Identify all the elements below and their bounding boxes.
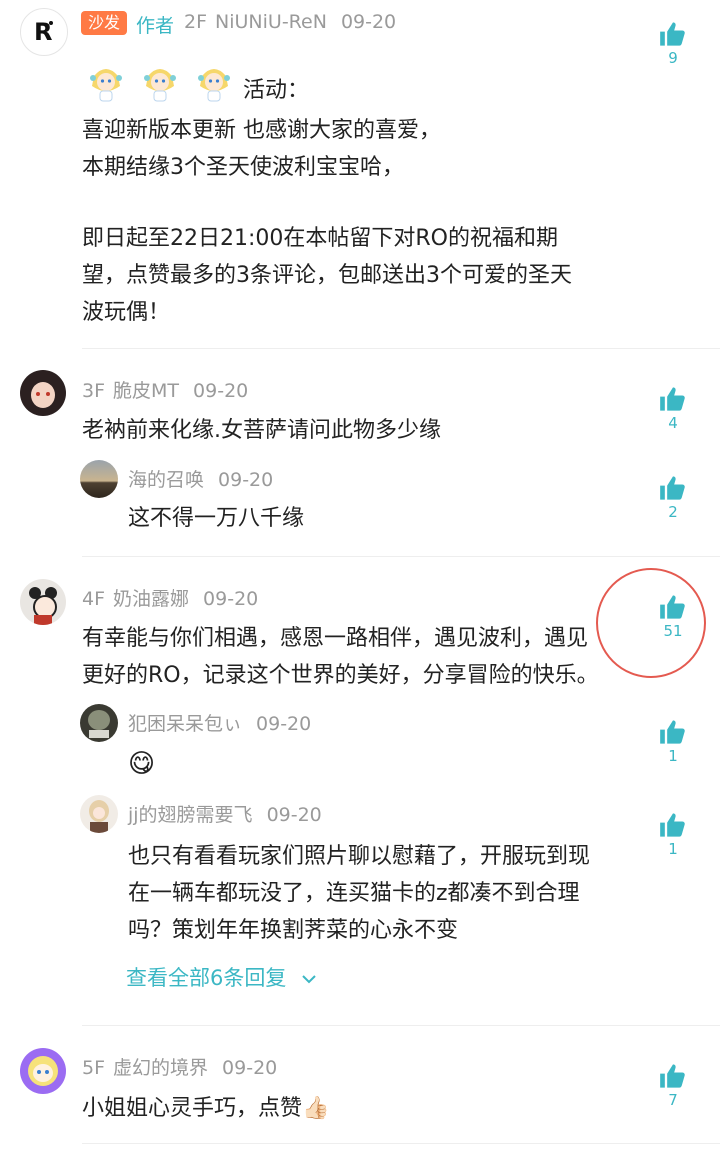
comment-text-line: 更好的RO，记录这个世界的美好，分享冒险的快乐。	[82, 663, 599, 688]
divider	[82, 348, 720, 349]
thumbs-up-icon	[660, 720, 685, 744]
chevron-down-icon	[302, 975, 316, 984]
like-button[interactable]: 7	[653, 1062, 693, 1109]
divider	[82, 1143, 720, 1144]
like-button[interactable]: 9	[653, 20, 693, 67]
user-name[interactable]: NiUNiU-ReN	[215, 11, 327, 33]
comment-text-line: 望，点赞最多的3条评论，包邮送出3个可爱的圣天	[82, 263, 572, 288]
like-button[interactable]: 1	[653, 718, 693, 765]
comment-text-line: 波玩偶！	[82, 300, 171, 325]
floor-label: 4F	[82, 588, 106, 610]
like-count: 1	[668, 840, 678, 858]
like-count: 1	[668, 747, 678, 765]
comment-text: 老衲前来化缘.女菩萨请问此物多少缘	[82, 418, 441, 443]
sticker-icon	[192, 60, 236, 104]
avatar[interactable]	[80, 460, 118, 498]
user-name[interactable]: 海的召唤	[128, 469, 204, 491]
like-button[interactable]: 2	[653, 474, 693, 521]
divider	[82, 556, 720, 557]
floor-label: 2F	[184, 11, 208, 33]
thumbs-up-icon	[660, 387, 685, 411]
user-name[interactable]: jj的翅膀需要飞	[128, 804, 253, 826]
reply-meta: 海的召唤 09-20	[128, 465, 273, 492]
comment-meta: 4F 奶油露娜 09-20	[82, 584, 258, 611]
reply-text-line: 在一辆车都玩没了，连买猫卡的z都凑不到合理	[128, 881, 580, 906]
comment-meta: 5F 虚幻的境界 09-20	[82, 1053, 277, 1080]
thumbs-up-icon	[660, 813, 685, 837]
like-count: 2	[668, 503, 678, 521]
avatar[interactable]: R	[20, 8, 68, 56]
reply-text-line: 吗？策划年年换割荠菜的心永不变	[128, 918, 459, 943]
comment-text-line: 喜迎新版本更新 也感谢大家的喜爱，	[82, 118, 441, 143]
like-count: 9	[668, 49, 678, 67]
reply-date: 09-20	[256, 713, 312, 735]
view-all-replies-label: 查看全部6条回复	[126, 966, 287, 990]
comment-meta: 3F 脆皮MT 09-20	[82, 376, 248, 403]
floor-label: 3F	[82, 380, 106, 402]
avatar[interactable]	[80, 795, 118, 833]
highlight-circle	[596, 568, 706, 678]
comment-date: 09-20	[203, 588, 259, 610]
sticker-icon	[138, 60, 182, 104]
comment-text-line: 即日起至22日21:00在本帖留下对RO的祝福和期	[82, 226, 558, 251]
reply-text: 这不得一万八千缘	[128, 506, 305, 531]
reply-meta: 犯困呆呆包ぃ 09-20	[128, 709, 311, 736]
comment-date: 09-20	[340, 11, 397, 33]
floor-label: 5F	[82, 1057, 106, 1079]
avatar[interactable]	[20, 1048, 66, 1094]
thumbs-up-icon	[660, 476, 685, 500]
comment-text-line: 活动：	[243, 78, 310, 103]
comment-date: 09-20	[193, 380, 249, 402]
thumbs-up-icon	[660, 1064, 685, 1088]
comment-text-line: 本期结缘3个圣天使波利宝宝哈，	[82, 155, 404, 180]
user-name[interactable]: 虚幻的境界	[113, 1057, 208, 1079]
thumbs-up-icon	[660, 22, 685, 46]
avatar[interactable]	[20, 579, 66, 625]
author-tag: 作者	[136, 15, 175, 37]
like-count: 7	[668, 1091, 678, 1109]
reply-text-line: 也只有看看玩家们照片聊以慰藉了，开服玩到现	[128, 844, 591, 869]
user-name[interactable]: 脆皮MT	[113, 380, 179, 402]
view-all-replies-button[interactable]: 查看全部6条回复	[126, 962, 317, 992]
comment-text-line: 有幸能与你们相遇，感恩一路相伴，遇见波利，遇见	[82, 626, 589, 651]
divider	[82, 1025, 720, 1026]
avatar[interactable]	[80, 704, 118, 742]
avatar[interactable]	[20, 370, 66, 416]
user-name[interactable]: 奶油露娜	[113, 588, 189, 610]
sticker-icon	[84, 60, 128, 104]
like-button[interactable]: 1	[653, 811, 693, 858]
sofa-badge: 沙发	[81, 11, 127, 35]
like-button[interactable]: 4	[653, 385, 693, 432]
reply-date: 09-20	[266, 804, 322, 826]
user-name[interactable]: 犯困呆呆包ぃ	[128, 713, 242, 735]
comment-meta: 2F NiUNiU-ReN 09-20	[184, 11, 396, 33]
reply-emoji: 😋	[128, 749, 156, 779]
like-count: 4	[668, 414, 678, 432]
reply-date: 09-20	[218, 469, 274, 491]
comment-date: 09-20	[222, 1057, 278, 1079]
reply-meta: jj的翅膀需要飞 09-20	[128, 800, 322, 827]
comment-text: 小姐姐心灵手巧，点赞👍🏻	[82, 1096, 330, 1121]
